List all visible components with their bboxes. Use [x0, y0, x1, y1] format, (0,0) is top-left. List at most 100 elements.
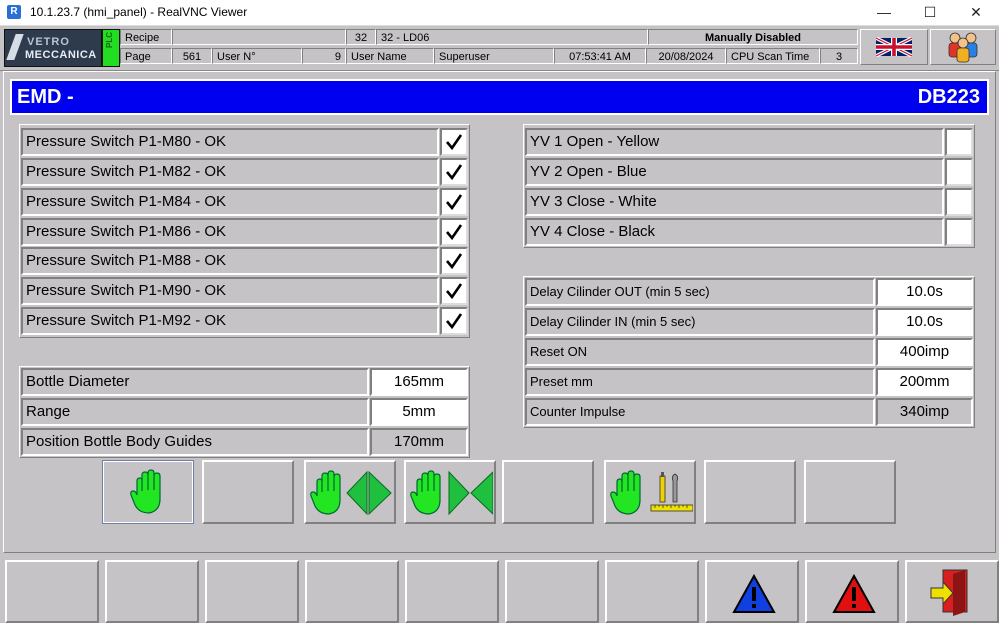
- list-item: Pressure Switch P1-M90 - OK: [21, 277, 468, 305]
- bottle-diameter-label: Bottle Diameter: [21, 368, 369, 396]
- empty-action-button[interactable]: [202, 460, 294, 524]
- list-item: Delay Cilinder OUT (min 5 sec) 10.0s: [525, 278, 973, 306]
- pressure-switch-checkbox: [440, 218, 468, 246]
- pressure-switch-checkbox: [440, 307, 468, 335]
- maintenance-button[interactable]: [604, 460, 696, 524]
- page-label: Page: [120, 48, 172, 64]
- list-item: Pressure Switch P1-M92 - OK: [21, 307, 468, 335]
- empty-action-button[interactable]: [804, 460, 896, 524]
- counter-impulse-value: 340imp: [876, 398, 973, 426]
- footer-button-empty[interactable]: [505, 560, 599, 623]
- checkmark-icon: [446, 283, 463, 300]
- db-number: DB223: [917, 86, 980, 108]
- recipe-number: 32: [346, 29, 376, 45]
- user-name-value: Superuser: [434, 48, 554, 64]
- list-item: YV 4 Close - Black: [525, 218, 973, 246]
- pressure-switch-label: Pressure Switch P1-M88 - OK: [21, 247, 439, 275]
- preset-mm-input[interactable]: 200mm: [876, 368, 973, 396]
- valve-checkbox: [945, 188, 973, 216]
- valve-label: YV 1 Open - Yellow: [525, 128, 944, 156]
- close-button[interactable]: ✕: [953, 0, 999, 25]
- reset-on-input[interactable]: 400imp: [876, 338, 973, 366]
- guides-position-value: 170mm: [370, 428, 468, 456]
- hand-tools-icon: [610, 470, 693, 515]
- pressure-switch-label: Pressure Switch P1-M90 - OK: [21, 277, 439, 305]
- list-item: YV 2 Open - Blue: [525, 158, 973, 186]
- bottle-diameter-input[interactable]: 165mm: [370, 368, 468, 396]
- users-button[interactable]: [930, 29, 996, 65]
- warnings-button[interactable]: [705, 560, 799, 623]
- recipe-field: [172, 29, 346, 45]
- delay-out-label: Delay Cilinder OUT (min 5 sec): [525, 278, 875, 306]
- pressure-switch-label: Pressure Switch P1-M92 - OK: [21, 307, 439, 335]
- footer-button-empty[interactable]: [405, 560, 499, 623]
- checkmark-icon: [446, 224, 463, 241]
- exit-door-icon: [930, 569, 968, 616]
- recipe-name: 32 - LD06: [376, 29, 648, 45]
- pressure-switch-checkbox: [440, 277, 468, 305]
- clock-date: 20/08/2024: [646, 48, 726, 64]
- guides-close-button[interactable]: [404, 460, 496, 524]
- checkmark-icon: [446, 313, 463, 330]
- pressure-switch-label: Pressure Switch P1-M82 - OK: [21, 158, 439, 186]
- clock-time: 07:53:41 AM: [554, 48, 646, 64]
- recipe-label: Recipe: [120, 29, 172, 45]
- manual-hand-icon: [130, 469, 161, 514]
- hand-open-arrows-icon: [310, 470, 392, 516]
- pressure-switch-checkbox: [440, 188, 468, 216]
- user-no-value: 9: [302, 48, 346, 64]
- pressure-switch-label: Pressure Switch P1-M84 - OK: [21, 188, 439, 216]
- list-item: Pressure Switch P1-M80 - OK: [21, 128, 468, 156]
- exit-button[interactable]: [905, 560, 999, 623]
- list-item: Position Bottle Body Guides 170mm: [21, 428, 468, 456]
- list-item: Reset ON 400imp: [525, 338, 973, 366]
- list-item: Pressure Switch P1-M88 - OK: [21, 247, 468, 275]
- footer-button-empty[interactable]: [605, 560, 699, 623]
- delay-in-label: Delay Cilinder IN (min 5 sec): [525, 308, 875, 336]
- red-alarm-icon: [832, 574, 876, 613]
- uk-flag-icon: [876, 37, 912, 57]
- list-item: Bottle Diameter 165mm: [21, 368, 468, 396]
- checkmark-icon: [446, 134, 463, 151]
- hand-close-arrows-icon: [410, 470, 493, 516]
- footer-button-empty[interactable]: [105, 560, 199, 623]
- footer-button-empty[interactable]: [205, 560, 299, 623]
- empty-action-button[interactable]: [704, 460, 796, 524]
- hmi-header: VETRO MECCANICA PLC Recipe 32 32 - LD06 …: [0, 26, 999, 71]
- footer-button-empty[interactable]: [5, 560, 99, 623]
- guides-open-button[interactable]: [304, 460, 396, 524]
- list-item: YV 3 Close - White: [525, 188, 973, 216]
- blue-warning-icon: [732, 574, 776, 613]
- footer-button-empty[interactable]: [305, 560, 399, 623]
- pressure-switch-checkbox: [440, 247, 468, 275]
- page-banner: EMD - DB223: [10, 79, 989, 115]
- pressure-switch-checkbox: [440, 158, 468, 186]
- empty-action-button[interactable]: [502, 460, 594, 524]
- checkmark-icon: [446, 164, 463, 181]
- manual-mode-button[interactable]: [102, 460, 194, 524]
- reset-on-label: Reset ON: [525, 338, 875, 366]
- list-item: Delay Cilinder IN (min 5 sec) 10.0s: [525, 308, 973, 336]
- delay-in-input[interactable]: 10.0s: [876, 308, 973, 336]
- valve-label: YV 2 Open - Blue: [525, 158, 944, 186]
- list-item: Pressure Switch P1-M86 - OK: [21, 218, 468, 246]
- valve-checkbox: [945, 218, 973, 246]
- vetro-meccanica-logo: VETRO MECCANICA: [4, 29, 102, 67]
- alarms-button[interactable]: [805, 560, 899, 623]
- range-input[interactable]: 5mm: [370, 398, 468, 426]
- list-item: Counter Impulse 340imp: [525, 398, 973, 426]
- delay-out-input[interactable]: 10.0s: [876, 278, 973, 306]
- valve-checkbox: [945, 128, 973, 156]
- minimize-button[interactable]: —: [861, 0, 907, 25]
- machine-status: Manually Disabled: [648, 29, 858, 45]
- cpu-scan-label: CPU Scan Time: [726, 48, 820, 64]
- checkmark-icon: [446, 253, 463, 270]
- page-number: 561: [172, 48, 212, 64]
- plc-status-indicator: PLC: [102, 29, 120, 67]
- maximize-button[interactable]: ☐: [907, 0, 953, 25]
- pressure-switch-checkbox: [440, 128, 468, 156]
- user-no-label: User N°: [212, 48, 302, 64]
- user-name-label: User Name: [346, 48, 434, 64]
- window-title: 10.1.23.7 (hmi_panel) - RealVNC Viewer: [30, 5, 248, 19]
- language-button[interactable]: [860, 29, 928, 65]
